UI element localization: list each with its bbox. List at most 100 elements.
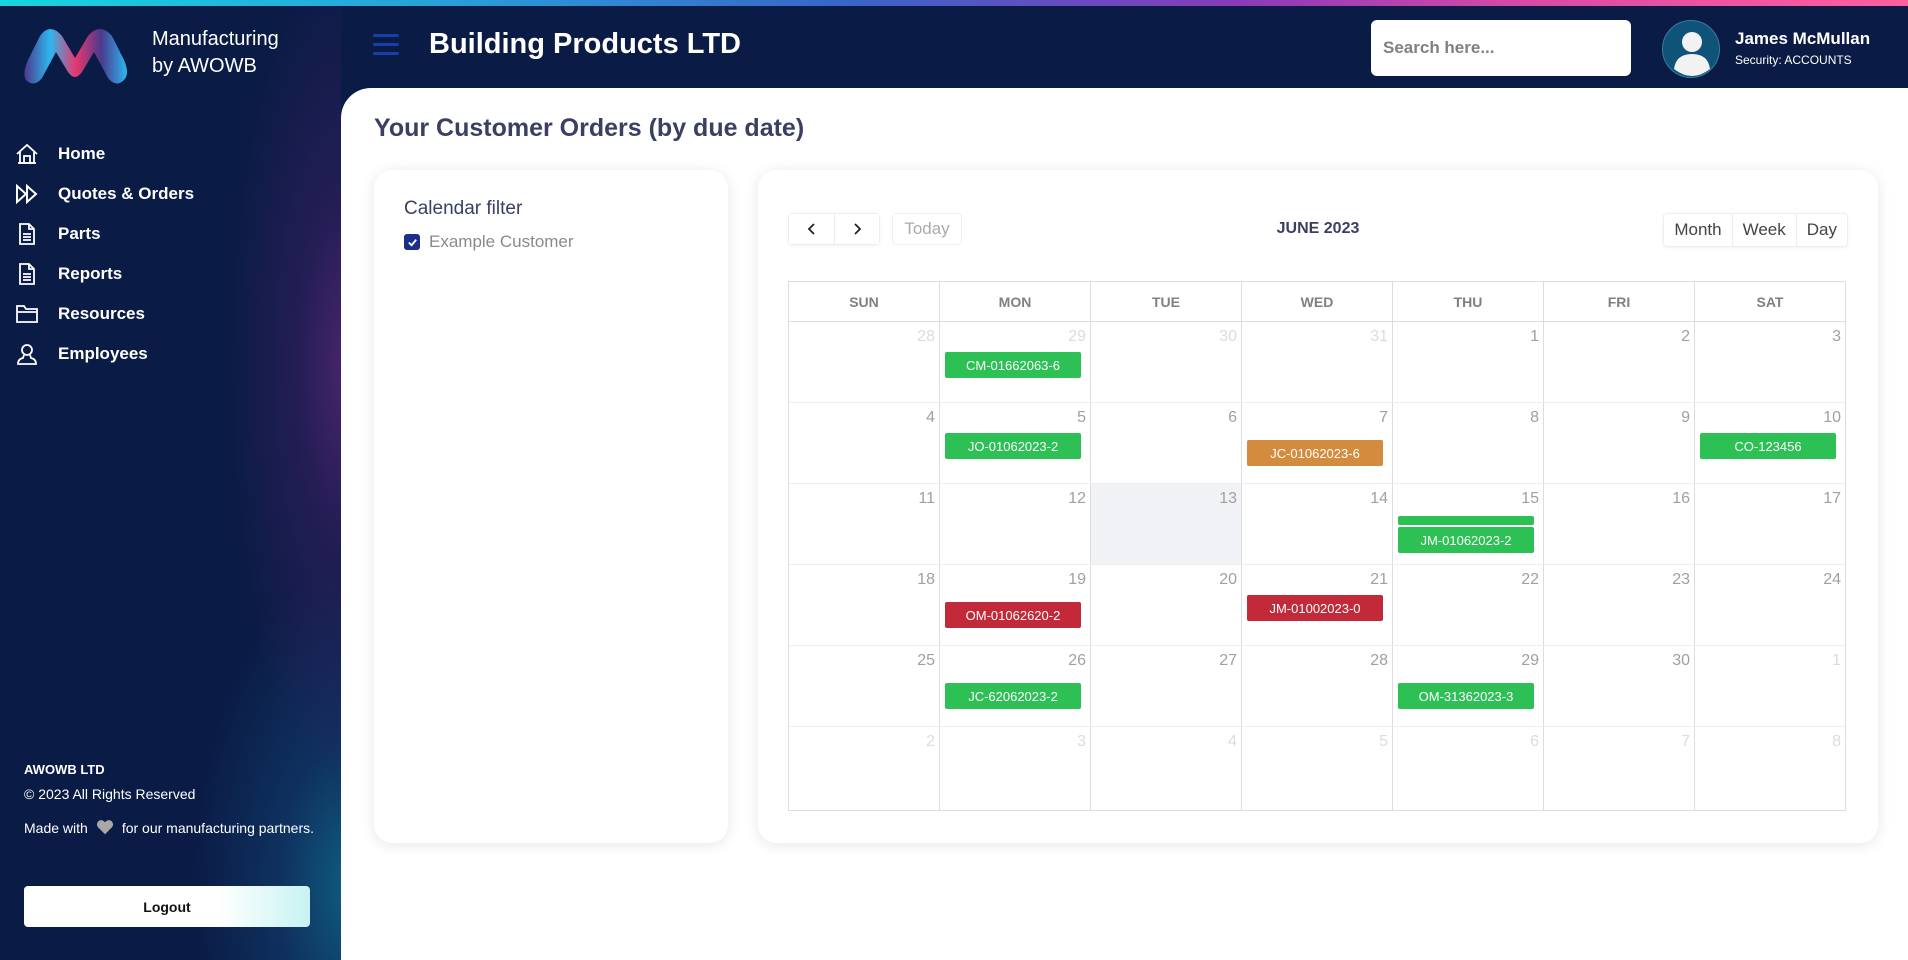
sidebar-item-quotes-orders[interactable]: Quotes & Orders [0,174,341,214]
sidebar-item-home[interactable]: Home [0,134,341,174]
sidebar-item-reports[interactable]: Reports [0,254,341,294]
day-number: 7 [1681,733,1690,750]
view-month-button[interactable]: Month [1664,214,1731,246]
day-number: 25 [917,652,935,669]
calendar-day-cell[interactable]: 7 [1543,727,1694,810]
calendar-event[interactable]: JM-01062023-2 [1398,527,1534,553]
calendar-day-cell[interactable]: 1 [1694,646,1845,726]
document-icon [14,261,40,287]
calendar-day-cell[interactable]: 1 [1392,322,1543,402]
heart-icon [96,820,113,835]
day-number: 2 [926,733,935,750]
calendar-day-cell[interactable]: 30 [1090,322,1241,402]
logout-button[interactable]: Logout [24,886,310,927]
calendar-day-cell[interactable]: 23 [1543,565,1694,645]
calendar-event[interactable]: JO-01062023-2 [945,433,1081,459]
day-number: 4 [926,409,935,426]
filter-checkbox[interactable] [404,234,420,250]
day-number: 7 [1379,409,1388,426]
calendar-event[interactable] [1398,516,1534,525]
calendar-week-row: 28 29 CM-01662063-6 30 31 1 2 3 [789,322,1845,403]
filter-title: Calendar filter [404,198,523,219]
calendar-day-cell[interactable]: 5 [1241,727,1392,810]
user-avatar[interactable] [1662,20,1720,78]
calendar-day-cell[interactable]: 10 CO-123456 [1694,403,1845,483]
calendar-day-cell[interactable]: 3 [1694,322,1845,402]
calendar-week-row: 4 5 JO-01062023-2 6 7 JC-01062023-6 8 9 10 CO-123… [789,403,1845,484]
calendar-day-cell[interactable]: 3 [939,727,1090,810]
calendar-event[interactable]: CM-01662063-6 [945,352,1081,378]
calendar-day-cell[interactable]: 12 [939,484,1090,564]
calendar-day-cell[interactable]: 6 [1392,727,1543,810]
calendar-day-cell[interactable]: 4 [1090,727,1241,810]
day-number: 3 [1832,328,1841,345]
calendar-day-cell[interactable]: 26 JC-62062023-2 [939,646,1090,726]
calendar-day-cell[interactable]: 29 OM-31362023-3 [1392,646,1543,726]
calendar-day-cell[interactable]: 20 [1090,565,1241,645]
calendar-day-cell[interactable]: 14 [1241,484,1392,564]
calendar-event[interactable]: JC-62062023-2 [945,683,1081,709]
calendar-day-cell[interactable]: 17 [1694,484,1845,564]
calendar-day-cell[interactable]: 29 CM-01662063-6 [939,322,1090,402]
calendar-day-cell[interactable]: 5 JO-01062023-2 [939,403,1090,483]
search-input[interactable] [1371,20,1631,76]
calendar-day-cell[interactable]: 4 [789,403,939,483]
sidebar-nav: Home Quotes & Orders Parts Reports Resou… [0,134,341,374]
calendar-event[interactable]: OM-31362023-3 [1398,683,1534,709]
day-number: 28 [917,328,935,345]
sidebar-item-employees[interactable]: Employees [0,334,341,374]
menu-toggle-icon[interactable] [373,34,399,58]
day-number: 13 [1219,490,1237,507]
weekday-label: SUN [849,293,879,310]
day-number: 29 [1521,652,1539,669]
user-avatar-icon [1674,32,1710,76]
calendar-grid: SUN MON TUE WED THU FRI SAT 28 29 CM-01662… [788,281,1846,811]
calendar-day-cell[interactable]: 27 [1090,646,1241,726]
calendar-day-cell[interactable]: 11 [789,484,939,564]
filter-item-label: Example Customer [429,232,574,251]
calendar-day-cell[interactable]: 19 OM-01062620-2 [939,565,1090,645]
calendar-day-cell[interactable]: 8 [1694,727,1845,810]
folder-icon [14,301,40,327]
main-content: Your Customer Orders (by due date) Calen… [341,88,1908,960]
fast-forward-icon [14,181,40,207]
sidebar-item-parts[interactable]: Parts [0,214,341,254]
calendar-day-cell[interactable]: 13 [1090,484,1241,564]
made-with-suffix: for our manufacturing partners. [121,820,315,836]
calendar-day-cell[interactable]: 7 JC-01062023-6 [1241,403,1392,483]
calendar-day-cell[interactable]: 6 [1090,403,1241,483]
calendar-event[interactable]: OM-01062620-2 [945,602,1081,628]
sidebar-item-resources[interactable]: Resources [0,294,341,334]
calendar-event[interactable]: JC-01062023-6 [1247,440,1383,466]
calendar-day-cell[interactable]: 16 [1543,484,1694,564]
view-day-button[interactable]: Day [1795,214,1847,246]
calendar-event[interactable]: JM-01002023-0 [1247,595,1383,621]
calendar-day-cell[interactable]: 30 [1543,646,1694,726]
calendar-day-cell[interactable]: 28 [789,322,939,402]
calendar-card: Today JUNE 2023 Month Week Day SUN MON T… [758,170,1878,843]
calendar-day-cell[interactable]: 21 JM-01002023-0 [1241,565,1392,645]
calendar-day-cell[interactable]: 25 [789,646,939,726]
calendar-day-cell[interactable]: 28 [1241,646,1392,726]
calendar-day-cell[interactable]: 15 JM-01062023-2 [1392,484,1543,564]
day-number: 3 [1077,733,1086,750]
brand-line-1: Manufacturing [152,28,279,50]
calendar-day-cell[interactable]: 8 [1392,403,1543,483]
day-number: 22 [1521,571,1539,588]
calendar-day-cell[interactable]: 18 [789,565,939,645]
day-number: 20 [1219,571,1237,588]
calendar-day-cell[interactable]: 2 [1543,322,1694,402]
calendar-day-cell[interactable]: 2 [789,727,939,810]
calendar-day-cell[interactable]: 22 [1392,565,1543,645]
calendar-day-cell[interactable]: 9 [1543,403,1694,483]
calendar-day-cell[interactable]: 24 [1694,565,1845,645]
day-number: 30 [1672,652,1690,669]
day-number: 8 [1832,733,1841,750]
user-role: Security: ACCOUNTS [1735,53,1852,67]
calendar-event[interactable]: CO-123456 [1700,433,1836,459]
day-number: 30 [1219,328,1237,345]
day-number: 19 [1068,571,1086,588]
calendar-day-cell[interactable]: 31 [1241,322,1392,402]
view-week-button[interactable]: Week [1731,214,1796,246]
filter-item-example-customer[interactable]: Example Customer [404,232,574,252]
